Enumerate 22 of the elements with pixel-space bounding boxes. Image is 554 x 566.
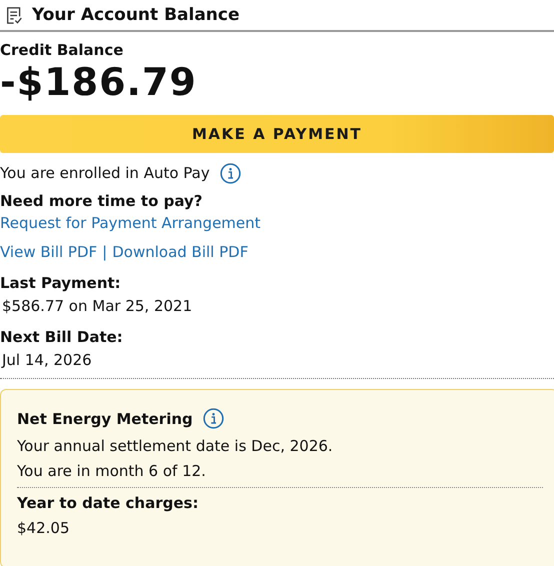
arrangement-heading: Need more time to pay? <box>0 192 204 210</box>
link-separator: | <box>102 243 108 261</box>
nem-title: Net Energy Metering <box>17 410 193 428</box>
autopay-text: You are enrolled in Auto Pay <box>0 164 210 182</box>
charges-value: $42.05 <box>17 519 70 537</box>
bill-link[interactable]: View Bill PDF <box>0 243 98 261</box>
balance-amount: -$186.79 <box>0 60 198 104</box>
detail-label: Last Payment: <box>0 274 122 292</box>
nem-text: Your annual settlement date is Dec, 2026. <box>17 437 334 455</box>
charges-label: Year to date charges: <box>17 494 200 512</box>
nem-text: You are in month 6 of 12. <box>17 462 207 480</box>
balance-label: Credit Balance <box>0 41 124 59</box>
detail-value: Jul 14, 2026 <box>0 351 93 369</box>
detail-label: Next Bill Date: <box>0 328 124 346</box>
info-icon[interactable] <box>220 162 241 184</box>
detail-value: $586.77 on Mar 25, 2021 <box>1 297 194 315</box>
info-icon[interactable] <box>202 408 224 429</box>
section-title: Your Account Balance <box>32 5 240 25</box>
arrangement-link[interactable]: Request for Payment Arrangement <box>0 214 261 232</box>
bill-link[interactable]: Download Bill PDF <box>112 243 248 261</box>
make-payment-button[interactable]: MAKE A PAYMENT <box>0 115 554 153</box>
document-check-icon <box>6 6 23 24</box>
